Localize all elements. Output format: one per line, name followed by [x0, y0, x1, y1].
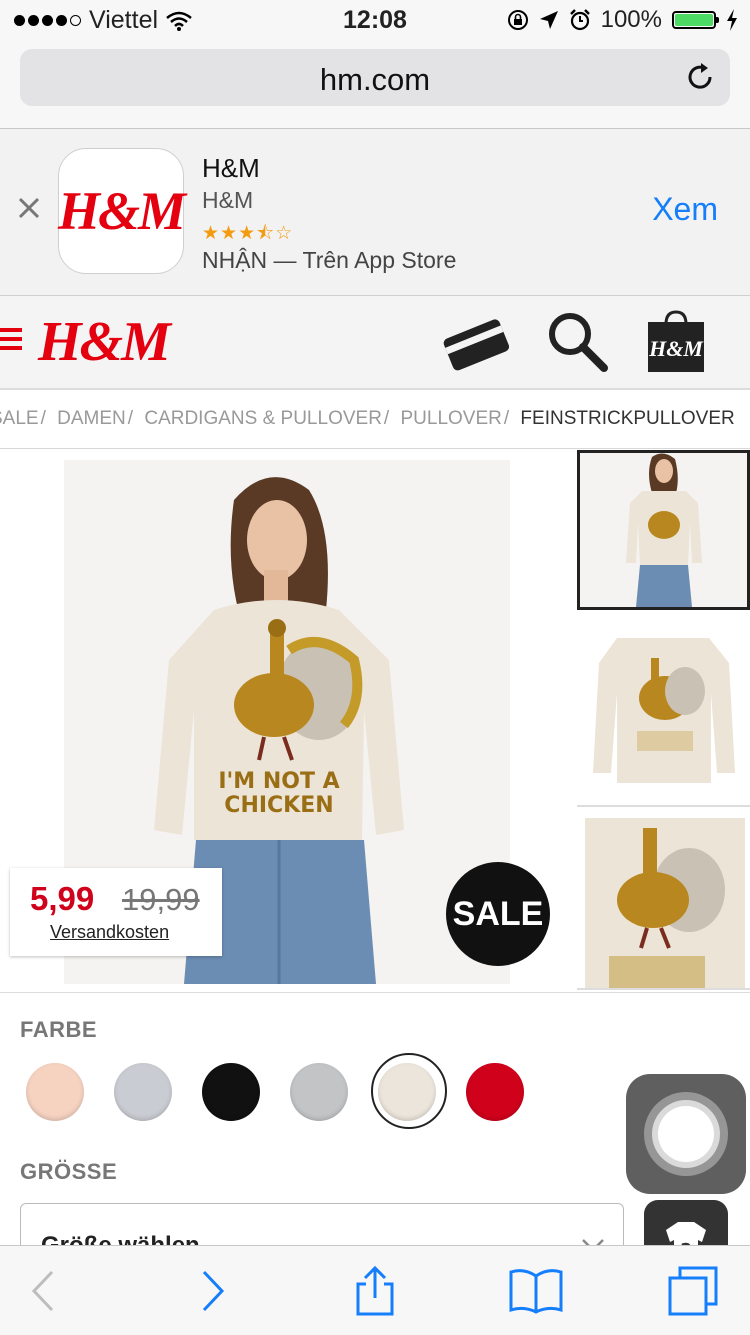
print-text-line2: CHICKEN	[224, 793, 333, 818]
color-label: FARBE	[20, 1017, 98, 1042]
color-swatches	[26, 1053, 546, 1129]
breadcrumb-separator: /	[503, 408, 510, 429]
site-header: H&M H&M	[0, 296, 750, 390]
breadcrumb-trail: SALE/ DAMEN/ CARDIGANS & PULLOVER/ PULLO…	[0, 408, 735, 430]
rotation-lock-icon	[507, 10, 528, 30]
battery-icon	[672, 11, 719, 29]
thumbnail-flat[interactable]	[577, 613, 750, 807]
color-swatch-grey[interactable]	[290, 1063, 348, 1121]
size-label: GRÖSSE	[20, 1159, 118, 1184]
thumbnail-model[interactable]	[577, 450, 750, 610]
hm-logo[interactable]: H&M	[38, 310, 171, 374]
status-right: 100%	[507, 6, 738, 34]
breadcrumb-separator: /	[127, 408, 134, 429]
url-text[interactable]: hm.com	[20, 62, 730, 98]
shopping-bag-icon[interactable]: H&M	[646, 310, 706, 372]
breadcrumb-separator: /	[40, 408, 46, 429]
color-swatch-peach[interactable]	[26, 1063, 84, 1121]
app-store-banner: H&M H&M H&M ★★★⯪☆ NHẬN — Trên App Store …	[0, 129, 750, 296]
sale-price: 5,99	[30, 880, 95, 917]
charging-icon	[727, 9, 737, 31]
breadcrumb-item-cardigans[interactable]: CARDIGANS & PULLOVER	[144, 408, 382, 429]
breadcrumb-item-pullover[interactable]: PULLOVER	[400, 408, 501, 429]
original-price: 19,99	[122, 882, 200, 917]
menu-icon[interactable]	[0, 328, 22, 352]
app-icon: H&M	[57, 148, 186, 274]
bookmarks-icon[interactable]	[508, 1266, 564, 1316]
price-box: 5,99 19,99 Versandkosten	[10, 868, 222, 956]
breadcrumb-separator: /	[383, 408, 390, 429]
app-name: H&M	[202, 153, 260, 183]
reload-icon[interactable]	[684, 61, 716, 93]
bag-logo: H&M	[648, 336, 704, 361]
color-swatch-light-grey-blue[interactable]	[114, 1063, 172, 1121]
assistive-touch-button[interactable]	[626, 1074, 746, 1194]
breadcrumb-item-damen[interactable]: DAMEN	[57, 408, 126, 429]
thumbnail-detail[interactable]	[577, 810, 750, 990]
forward-icon[interactable]	[186, 1266, 236, 1316]
battery-percent: 100%	[600, 6, 662, 33]
status-bar: Viettel 12:08 100%	[0, 0, 750, 40]
close-icon[interactable]	[16, 195, 42, 221]
search-icon[interactable]	[546, 310, 610, 374]
address-bar[interactable]: hm.com	[20, 49, 730, 106]
breadcrumb-item-current: FEINSTRICKPULLOVER	[520, 408, 735, 429]
location-icon	[539, 11, 558, 29]
product-thumbnails	[577, 450, 750, 990]
membership-card-icon[interactable]	[440, 314, 512, 374]
browser-toolbar	[0, 1245, 750, 1335]
alarm-icon	[569, 9, 590, 31]
print-text-line1: I'M NOT A	[218, 769, 339, 794]
sale-badge: SALE	[446, 862, 550, 966]
breadcrumb-item-sale[interactable]: SALE	[0, 408, 39, 429]
breadcrumb: SALE/ DAMEN/ CARDIGANS & PULLOVER/ PULLO…	[0, 390, 750, 449]
tabs-icon[interactable]	[668, 1266, 718, 1316]
color-swatch-red[interactable]	[466, 1063, 524, 1121]
app-developer: H&M	[202, 187, 254, 213]
back-icon[interactable]	[20, 1266, 70, 1316]
browser-address-area: hm.com	[0, 40, 750, 129]
color-swatch-black[interactable]	[202, 1063, 260, 1121]
hm-logo: H&M	[57, 181, 186, 241]
shipping-link[interactable]: Versandkosten	[50, 922, 169, 943]
open-app-button[interactable]: Xem	[652, 191, 718, 228]
color-swatch-cream[interactable]	[378, 1063, 436, 1121]
app-store-text: NHẬN — Trên App Store	[202, 247, 457, 273]
share-icon[interactable]	[350, 1266, 400, 1316]
